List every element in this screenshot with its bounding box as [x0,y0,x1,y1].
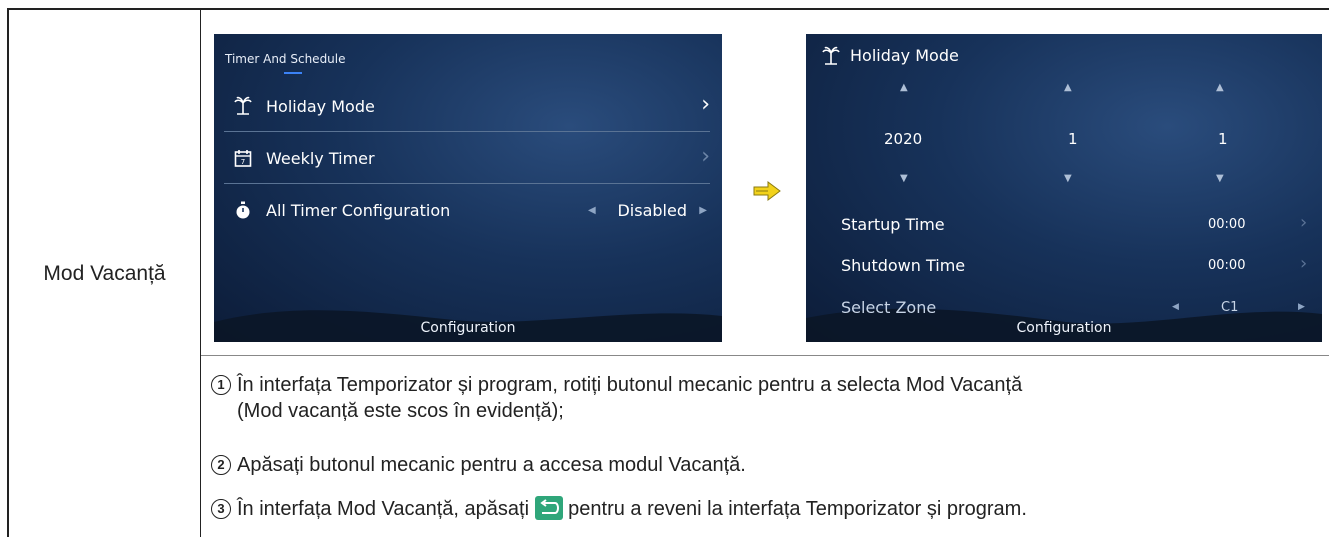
shutdown-time-value: 00:00 [1208,258,1246,273]
screen-title: Timer And Schedule [225,52,346,66]
arrow-left-icon[interactable]: ◀ [588,205,596,216]
arrow-left-icon[interactable]: ◀ [1172,302,1179,312]
startup-time-label[interactable]: Startup Time [841,215,945,234]
footer-configuration[interactable]: Configuration [806,320,1322,336]
instruction-step-2: 2 Apăsați butonul mecanic pentru a acces… [211,452,746,478]
svg-text:7: 7 [241,158,245,166]
shutdown-time-label[interactable]: Shutdown Time [841,256,965,275]
startup-time-value: 00:00 [1208,217,1246,232]
day-down-arrow-icon[interactable]: ▼ [1216,173,1224,184]
chevron-right-icon: › [701,144,710,169]
arrow-right-icon[interactable]: ▶ [699,205,707,216]
chevron-right-icon: › [1300,212,1308,233]
calendar-icon: 7 [234,150,252,167]
year-down-arrow-icon[interactable]: ▼ [900,173,908,184]
day-up-arrow-icon[interactable]: ▲ [1216,82,1224,93]
menu-item-label: Holiday Mode [266,97,375,116]
year-up-arrow-icon[interactable]: ▲ [900,82,908,93]
holiday-mode-screen: Holiday Mode ▲ ▲ ▲ 2020 1 1 ▼ ▼ ▼ Startu… [806,34,1322,342]
timer-config-value: Disabled [617,201,687,220]
step-3-text-a: În interfața Mod Vacanță, apăsați [237,498,530,520]
palm-tree-icon [822,46,840,65]
step-1-line-1: În interfața Temporizator și program, ro… [237,374,1023,396]
divider [224,183,710,184]
select-zone-label[interactable]: Select Zone [841,298,936,317]
instruction-step-3: 3 În interfața Mod Vacanță, apăsați pent… [211,495,1027,522]
timer-schedule-screen: Timer And Schedule Holiday Mode › 7 Week… [214,34,722,342]
step-number-3: 3 [211,499,231,519]
instruction-separator [201,355,1329,356]
select-zone-value: C1 [1221,300,1239,315]
tab-indicator [284,72,302,74]
step-1-line-2: (Mod vacanță este scos în evidență); [237,400,564,422]
menu-item-holiday-mode[interactable]: Holiday Mode › [214,82,722,132]
palm-tree-icon [234,96,252,115]
stopwatch-icon [236,201,250,219]
step-2-text: Apăsați butonul mecanic pentru a accesa … [237,454,746,476]
footer-configuration[interactable]: Configuration [214,320,722,336]
year-value[interactable]: 2020 [884,130,922,148]
month-up-arrow-icon[interactable]: ▲ [1064,82,1072,93]
day-value[interactable]: 1 [1218,130,1228,148]
step-number-2: 2 [211,455,231,475]
divider [224,131,710,132]
menu-item-all-timer-configuration[interactable]: All Timer Configuration ◀ Disabled ▶ [214,186,722,236]
menu-item-weekly-timer[interactable]: 7 Weekly Timer › [214,134,722,184]
back-icon [534,495,563,520]
arrow-right-icon[interactable]: ▶ [1298,302,1305,312]
chevron-right-icon: › [1300,253,1308,274]
step-3-text-b: pentru a reveni la interfața Temporizato… [568,498,1027,520]
screen-title: Holiday Mode [850,46,959,65]
month-down-arrow-icon[interactable]: ▼ [1064,173,1072,184]
step-number-1: 1 [211,375,231,395]
menu-item-label: All Timer Configuration [266,201,451,220]
row-label: Mod Vacanță [43,262,166,285]
next-arrow-icon [753,181,781,201]
table-top-border [7,8,1329,10]
table-column-divider [200,8,201,537]
month-value[interactable]: 1 [1068,130,1078,148]
chevron-right-icon: › [701,92,710,117]
instruction-step-1: 1 În interfața Temporizator și program, … [211,372,1023,424]
menu-item-label: Weekly Timer [266,149,375,168]
